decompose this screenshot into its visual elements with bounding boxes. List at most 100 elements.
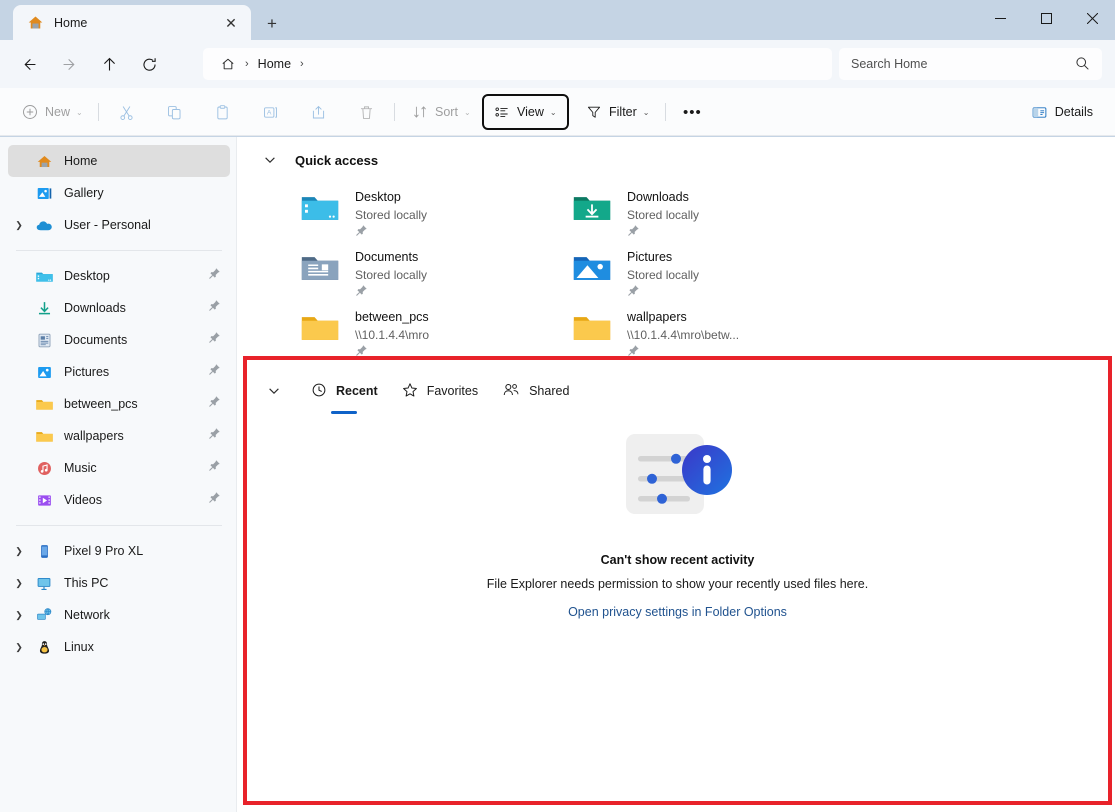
ellipsis-icon: ••• bbox=[683, 105, 702, 120]
tile-documents[interactable]: Documents Stored locally bbox=[297, 242, 569, 302]
chevron-right-icon[interactable]: ❯ bbox=[8, 571, 30, 595]
folder-icon bbox=[34, 394, 54, 414]
share-button[interactable] bbox=[302, 96, 335, 128]
pin-icon[interactable] bbox=[208, 331, 221, 347]
sidebar-item-wallpapers[interactable]: ❯ wallpapers bbox=[8, 420, 230, 452]
chevron-right-icon[interactable]: ❯ bbox=[8, 603, 30, 627]
forward-button[interactable] bbox=[52, 48, 86, 80]
pin-icon[interactable] bbox=[627, 284, 640, 301]
pin-icon[interactable] bbox=[208, 267, 221, 283]
search-box[interactable]: Search Home bbox=[839, 48, 1102, 80]
toolbar-divider-2 bbox=[394, 103, 395, 121]
chevron-down-icon[interactable] bbox=[261, 378, 287, 404]
rename-button[interactable]: A bbox=[254, 96, 287, 128]
folder-icon bbox=[569, 306, 615, 350]
sidebar-item-this-pc[interactable]: ❯ This PC bbox=[8, 567, 230, 599]
close-window-button[interactable] bbox=[1069, 0, 1115, 36]
sidebar-item-gallery[interactable]: › Gallery bbox=[8, 177, 230, 209]
tab-shared[interactable]: Shared bbox=[502, 376, 569, 406]
view-button[interactable]: View ⌄ bbox=[482, 94, 569, 130]
new-tab-button[interactable]: + bbox=[259, 12, 285, 34]
back-button[interactable] bbox=[12, 48, 46, 80]
open-privacy-settings-link[interactable]: Open privacy settings in Folder Options bbox=[568, 605, 787, 619]
sidebar-item-label: Documents bbox=[64, 333, 127, 347]
linux-penguin-icon bbox=[34, 637, 54, 657]
tab-home[interactable]: Home ✕ bbox=[13, 5, 251, 40]
sidebar-item-label: Linux bbox=[64, 640, 94, 654]
tile-between-pcs[interactable]: between_pcs \\10.1.4.4\mro bbox=[297, 302, 569, 362]
tile-downloads[interactable]: Downloads Stored locally bbox=[569, 182, 841, 242]
sidebar-item-home[interactable]: › Home bbox=[8, 145, 230, 177]
search-input[interactable]: Search Home bbox=[851, 57, 927, 71]
chevron-right-icon[interactable]: ❯ bbox=[8, 213, 30, 237]
chevron-down-icon[interactable] bbox=[257, 147, 283, 173]
sidebar-item-music[interactable]: ❯ Music bbox=[8, 452, 230, 484]
more-options-button[interactable]: ••• bbox=[675, 96, 710, 128]
tab-recent-label: Recent bbox=[336, 384, 378, 398]
copy-button[interactable] bbox=[158, 96, 191, 128]
sidebar-item-user-personal[interactable]: ❯ User - Personal bbox=[8, 209, 230, 241]
delete-button[interactable] bbox=[350, 96, 383, 128]
navigation-bar: › Home › Search Home bbox=[0, 40, 1115, 88]
tile-pictures[interactable]: Pictures Stored locally bbox=[569, 242, 841, 302]
pin-icon[interactable] bbox=[208, 363, 221, 379]
pin-icon[interactable] bbox=[208, 299, 221, 315]
sidebar-item-documents[interactable]: ❯ Documents bbox=[8, 324, 230, 356]
tile-wallpapers[interactable]: wallpapers \\10.1.4.4\mro\betw... bbox=[569, 302, 841, 362]
breadcrumb-home-icon[interactable] bbox=[213, 51, 243, 77]
pin-icon[interactable] bbox=[355, 284, 368, 301]
breadcrumb-separator-2[interactable]: › bbox=[298, 58, 306, 70]
paste-button[interactable] bbox=[206, 96, 239, 128]
pin-icon[interactable] bbox=[208, 459, 221, 475]
chevron-down-icon: ⌄ bbox=[643, 108, 650, 117]
tile-desktop[interactable]: Desktop Stored locally bbox=[297, 182, 569, 242]
sidebar-item-videos[interactable]: ❯ Videos bbox=[8, 484, 230, 516]
up-button[interactable] bbox=[92, 48, 126, 80]
tab-favorites[interactable]: Favorites bbox=[402, 376, 478, 406]
sidebar-item-network[interactable]: ❯ Network bbox=[8, 599, 230, 631]
new-button[interactable]: New ⌄ bbox=[14, 96, 91, 128]
sidebar-item-pictures[interactable]: ❯ Pictures bbox=[8, 356, 230, 388]
search-icon bbox=[1075, 56, 1090, 76]
chevron-down-icon: ⌄ bbox=[550, 108, 557, 117]
sidebar-item-pixel-9-pro-xl[interactable]: ❯ Pixel 9 Pro XL bbox=[8, 535, 230, 567]
sidebar-item-desktop[interactable]: ❯ Desktop bbox=[8, 260, 230, 292]
recent-section-highlighted: Recent Favorites Shared bbox=[243, 356, 1112, 805]
tile-name: between_pcs bbox=[355, 310, 429, 324]
scissors-icon bbox=[118, 104, 135, 121]
plus-circle-icon bbox=[22, 104, 38, 120]
details-pane-button[interactable]: Details bbox=[1023, 96, 1101, 128]
cut-button[interactable] bbox=[110, 96, 143, 128]
pictures-folder-icon bbox=[34, 362, 54, 382]
view-label: View bbox=[517, 105, 544, 119]
sidebar-item-downloads[interactable]: ❯ Downloads bbox=[8, 292, 230, 324]
pin-icon[interactable] bbox=[627, 224, 640, 241]
home-icon bbox=[34, 151, 54, 171]
pin-icon[interactable] bbox=[355, 224, 368, 241]
breadcrumb-separator: › bbox=[243, 58, 251, 70]
address-bar[interactable]: › Home › bbox=[203, 48, 832, 80]
refresh-button[interactable] bbox=[132, 48, 166, 80]
tab-recent[interactable]: Recent bbox=[311, 376, 378, 406]
pin-icon[interactable] bbox=[208, 427, 221, 443]
sidebar-item-between-pcs[interactable]: ❯ between_pcs bbox=[8, 388, 230, 420]
sidebar-item-label: wallpapers bbox=[64, 429, 124, 443]
tile-text: Downloads Stored locally bbox=[627, 186, 699, 242]
tile-name: wallpapers bbox=[627, 310, 687, 324]
active-tab-indicator bbox=[331, 411, 357, 414]
quick-access-header[interactable]: Quick access bbox=[257, 147, 378, 173]
filter-button[interactable]: Filter ⌄ bbox=[578, 96, 657, 128]
sidebar-item-linux[interactable]: ❯ Linux bbox=[8, 631, 230, 663]
minimize-button[interactable] bbox=[977, 0, 1023, 36]
close-icon[interactable]: ✕ bbox=[221, 13, 241, 33]
tile-text: Documents Stored locally bbox=[355, 246, 427, 302]
pin-icon[interactable] bbox=[208, 395, 221, 411]
sort-button[interactable]: Sort ⌄ bbox=[404, 96, 479, 128]
breadcrumb-item-home[interactable]: Home bbox=[251, 51, 298, 77]
pin-icon[interactable] bbox=[208, 491, 221, 507]
recent-tab-strip: Recent Favorites Shared bbox=[247, 376, 1108, 406]
maximize-button[interactable] bbox=[1023, 0, 1069, 36]
tile-name: Documents bbox=[355, 250, 418, 264]
chevron-right-icon[interactable]: ❯ bbox=[8, 539, 30, 563]
chevron-right-icon[interactable]: ❯ bbox=[8, 635, 30, 659]
